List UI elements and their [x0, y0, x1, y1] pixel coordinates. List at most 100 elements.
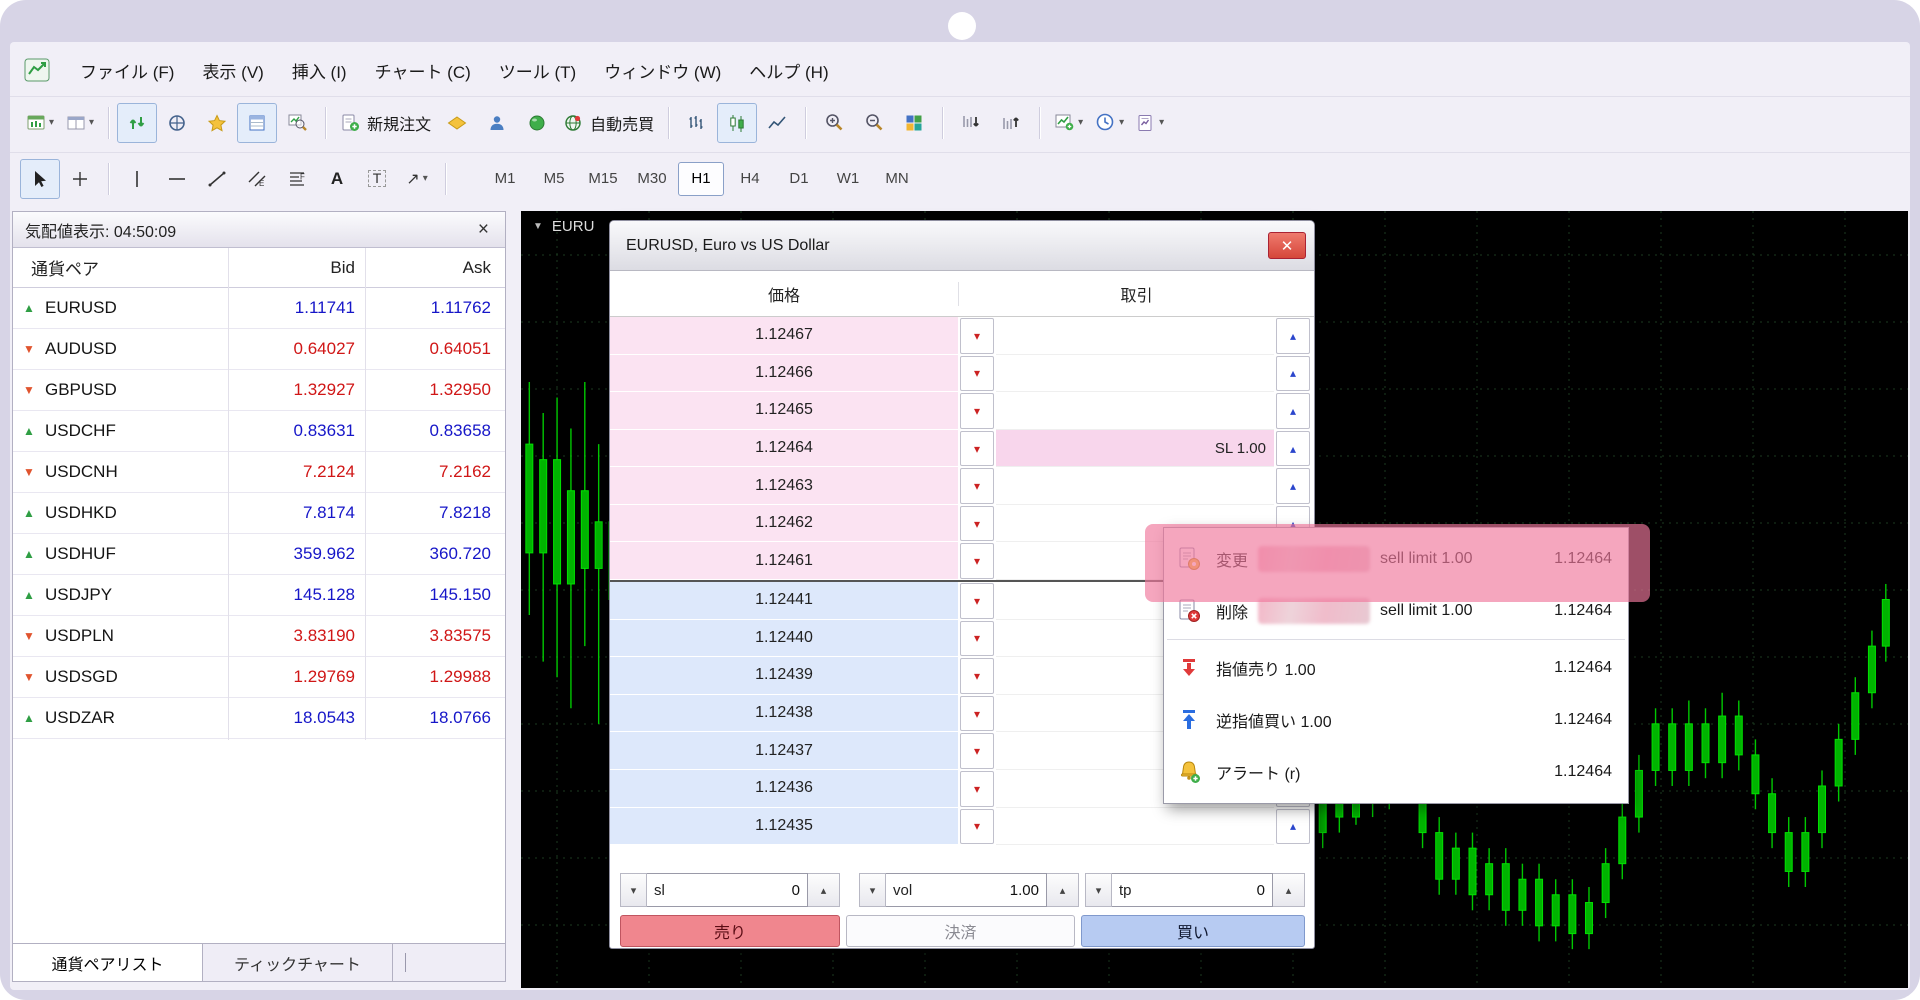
metaeditor-button[interactable] — [437, 103, 477, 143]
dom-price-cell[interactable]: 1.12437 — [610, 732, 958, 770]
timeframe-m1[interactable]: M1 — [482, 162, 528, 196]
market-watch-row[interactable]: ▼USDCNH7.21247.2162 — [13, 452, 505, 493]
dom-price-cell[interactable]: 1.12440 — [610, 620, 958, 658]
column-ask[interactable]: Ask — [365, 258, 505, 278]
menu-item-5[interactable]: ウィンドウ (W) — [590, 50, 735, 91]
bar-chart-button[interactable] — [677, 103, 717, 143]
menu-item-3[interactable]: チャート (C) — [361, 50, 485, 91]
context-menu-item[interactable]: 指値売り 1.001.12464 — [1164, 642, 1628, 694]
price-dropdown-button[interactable]: ▾ — [960, 809, 994, 845]
connection-button[interactable] — [517, 103, 557, 143]
tab-tick-chart[interactable]: ティックチャート — [203, 944, 393, 981]
market-watch-row[interactable]: ▲USDZAR18.054318.0766 — [13, 698, 505, 739]
dom-price-cell[interactable]: 1.12462 — [610, 505, 958, 543]
market-watch-row[interactable]: ▼USDPLN3.831903.83575 — [13, 616, 505, 657]
trade-up-button[interactable]: ▴ — [1276, 431, 1310, 467]
market-watch-row[interactable]: ▲USDHUF359.962360.720 — [13, 534, 505, 575]
fibonacci-tool-button[interactable]: F — [277, 159, 317, 199]
market-watch-row[interactable]: ▲USDJPY145.128145.150 — [13, 575, 505, 616]
timeframe-m15[interactable]: M15 — [580, 162, 626, 196]
market-watch-row[interactable]: ▼AUDUSD0.640270.64051 — [13, 329, 505, 370]
zoom-out-button[interactable] — [854, 103, 894, 143]
dom-trade-cell[interactable] — [996, 355, 1274, 393]
trade-up-button[interactable]: ▴ — [1276, 318, 1310, 354]
dom-price-cell[interactable]: 1.12461 — [610, 542, 958, 580]
sell-button[interactable]: 売り — [620, 915, 840, 947]
timeframe-m30[interactable]: M30 — [629, 162, 675, 196]
data-window-toggle-button[interactable] — [237, 103, 277, 143]
favorites-button[interactable] — [197, 103, 237, 143]
vertical-line-tool-button[interactable] — [117, 159, 157, 199]
field-dropdown-button[interactable]: ▾ — [1085, 873, 1112, 907]
field-dropdown-button[interactable]: ▾ — [859, 873, 886, 907]
dom-price-cell[interactable]: 1.12463 — [610, 467, 958, 505]
vol-field[interactable]: vol1.00 — [886, 873, 1047, 907]
menu-item-0[interactable]: ファイル (F) — [66, 50, 188, 91]
timeframe-h1[interactable]: H1 — [678, 162, 724, 196]
close-button[interactable]: ✕ — [1268, 232, 1306, 259]
crosshair-tool-button[interactable] — [60, 159, 100, 199]
strategy-tester-button[interactable] — [277, 103, 317, 143]
timeframe-d1[interactable]: D1 — [776, 162, 822, 196]
context-menu-item[interactable]: 削除sell limit 1.001.12464 — [1164, 585, 1628, 637]
text-tool-button[interactable]: A — [317, 159, 357, 199]
templates-button[interactable]: ▾ — [1130, 103, 1170, 143]
field-spin-button[interactable]: ▴ — [1273, 873, 1305, 907]
menu-item-2[interactable]: 挿入 (I) — [278, 50, 361, 91]
dom-price-cell[interactable]: 1.12464 — [610, 430, 958, 468]
buy-button[interactable]: 買い — [1081, 915, 1305, 947]
cursor-tool-button[interactable] — [20, 159, 60, 199]
community-button[interactable] — [477, 103, 517, 143]
close-icon[interactable]: × — [474, 220, 493, 239]
market-watch-row[interactable]: ▼GBPUSD1.329271.32950 — [13, 370, 505, 411]
market-watch-row[interactable]: ▲USDCHF0.836310.83658 — [13, 411, 505, 452]
periods-button[interactable]: ▾ — [1089, 103, 1130, 143]
timeframe-m5[interactable]: M5 — [531, 162, 577, 196]
price-dropdown-button[interactable]: ▾ — [960, 356, 994, 392]
trendline-tool-button[interactable] — [197, 159, 237, 199]
price-dropdown-button[interactable]: ▾ — [960, 318, 994, 354]
dom-price-cell[interactable]: 1.12465 — [610, 392, 958, 430]
menu-item-4[interactable]: ツール (T) — [485, 50, 590, 91]
dom-trade-cell[interactable] — [996, 808, 1274, 846]
navigator-toggle-button[interactable] — [157, 103, 197, 143]
timeframe-w1[interactable]: W1 — [825, 162, 871, 196]
price-dropdown-button[interactable]: ▾ — [960, 696, 994, 732]
tab-symbols-list[interactable]: 通貨ペアリスト — [13, 944, 203, 981]
new-order-button[interactable]: 新規注文 — [334, 103, 437, 143]
field-spin-button[interactable]: ▴ — [808, 873, 840, 907]
dom-price-cell[interactable]: 1.12439 — [610, 657, 958, 695]
field-dropdown-button[interactable]: ▾ — [620, 873, 647, 907]
graphical-objects-button[interactable]: ↗ ▾ — [397, 159, 437, 199]
dom-trade-cell[interactable]: SL 1.00 — [996, 430, 1274, 468]
market-watch-toggle-button[interactable] — [117, 103, 157, 143]
dom-price-cell[interactable]: 1.12467 — [610, 317, 958, 355]
dom-price-cell[interactable]: 1.12441 — [610, 582, 958, 620]
one-click-trading-toggle[interactable]: ▼ — [533, 221, 543, 232]
trade-up-button[interactable]: ▴ — [1276, 356, 1310, 392]
dom-trade-cell[interactable] — [996, 392, 1274, 430]
price-dropdown-button[interactable]: ▾ — [960, 431, 994, 467]
trade-up-button[interactable]: ▴ — [1276, 468, 1310, 504]
price-dropdown-button[interactable]: ▾ — [960, 771, 994, 807]
column-bid[interactable]: Bid — [228, 258, 365, 278]
label-tool-button[interactable]: T — [357, 159, 397, 199]
context-menu-item[interactable]: 変更sell limit 1.001.12464 — [1164, 533, 1628, 585]
tile-windows-button[interactable] — [894, 103, 934, 143]
context-menu-item[interactable]: アラート (r)1.12464 — [1164, 746, 1628, 798]
tp-field[interactable]: tp0 — [1112, 873, 1273, 907]
column-symbol[interactable]: 通貨ペア — [13, 255, 228, 280]
price-dropdown-button[interactable]: ▾ — [960, 393, 994, 429]
field-spin-button[interactable]: ▴ — [1047, 873, 1079, 907]
close-position-button[interactable]: 決済 — [846, 915, 1075, 947]
horizontal-line-tool-button[interactable] — [157, 159, 197, 199]
dom-price-cell[interactable]: 1.12438 — [610, 695, 958, 733]
timeframe-mn[interactable]: MN — [874, 162, 920, 196]
dom-price-cell[interactable]: 1.12436 — [610, 770, 958, 808]
line-chart-button[interactable] — [757, 103, 797, 143]
order-dialog-titlebar[interactable]: EURUSD, Euro vs US Dollar ✕ — [610, 221, 1314, 271]
profiles-button[interactable]: ▾ — [60, 103, 100, 143]
price-dropdown-button[interactable]: ▾ — [960, 583, 994, 619]
context-menu-item[interactable]: 逆指値買い 1.001.12464 — [1164, 694, 1628, 746]
dom-trade-cell[interactable] — [996, 317, 1274, 355]
